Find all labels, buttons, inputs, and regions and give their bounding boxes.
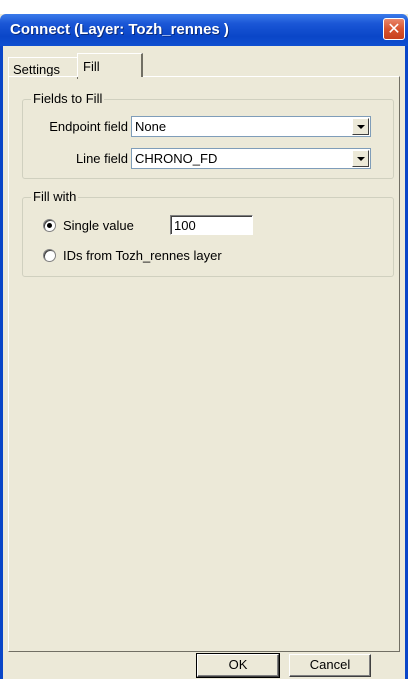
single-value-label[interactable]: Single value <box>63 218 134 233</box>
title-bar[interactable]: Connect (Layer: Tozh_rennes ) <box>0 14 408 46</box>
close-button[interactable]: ✕ <box>383 18 405 40</box>
ids-from-layer-label[interactable]: IDs from Tozh_rennes layer <box>63 248 222 263</box>
line-field-label: Line field <box>75 151 128 166</box>
window-border-left <box>0 46 3 679</box>
tab-fill-label: Fill <box>83 59 100 74</box>
tab-fill[interactable]: Fill <box>77 53 143 77</box>
ok-button-label: OK <box>228 657 248 672</box>
close-icon: ✕ <box>387 19 401 38</box>
fill-with-legend: Fill with <box>31 189 79 204</box>
line-field-dropdown-button[interactable] <box>352 150 369 167</box>
fill-with-group: Fill with <box>22 189 394 277</box>
line-field-select[interactable]: CHRONO_FD <box>131 148 371 169</box>
dialog-window: Connect (Layer: Tozh_rennes ) ✕ Settings… <box>0 0 408 679</box>
radio-selected-dot <box>47 223 52 228</box>
ok-button[interactable]: OK <box>196 653 280 678</box>
fields-to-fill-legend: Fields to Fill <box>31 91 105 106</box>
endpoint-field-dropdown-button[interactable] <box>352 118 369 135</box>
ids-from-layer-radio[interactable] <box>43 249 56 262</box>
line-field-value: CHRONO_FD <box>135 151 218 166</box>
chevron-down-icon <box>357 157 365 161</box>
single-value-input[interactable] <box>170 215 253 235</box>
endpoint-field-select[interactable]: None <box>131 116 371 137</box>
cancel-button[interactable]: Cancel <box>289 654 371 677</box>
endpoint-field-value: None <box>135 119 167 134</box>
endpoint-field-label: Endpoint field <box>49 119 128 134</box>
window-title: Connect (Layer: Tozh_rennes ) <box>10 21 229 38</box>
background-window-strip <box>0 0 408 14</box>
cancel-button-label: Cancel <box>309 657 351 672</box>
chevron-down-icon <box>357 125 365 129</box>
single-value-radio[interactable] <box>43 219 56 232</box>
tab-settings-label: Settings <box>13 62 60 77</box>
